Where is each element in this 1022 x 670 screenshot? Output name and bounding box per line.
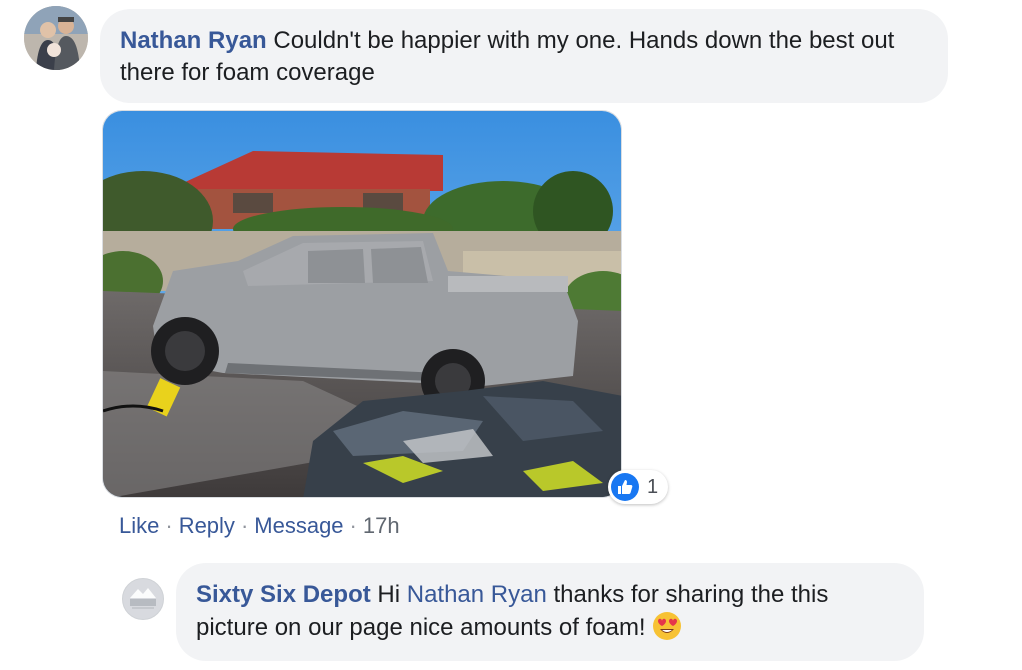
like-link[interactable]: Like: [119, 513, 159, 538]
reaction-summary[interactable]: 1: [608, 470, 668, 504]
commenter-avatar[interactable]: [24, 6, 88, 70]
reply-link[interactable]: Reply: [179, 513, 235, 538]
comment-bubble: Nathan Ryan Couldn't be happier with my …: [100, 9, 948, 103]
separator: ·: [165, 513, 173, 538]
comment-actions: Like · Reply · Message · 17h: [119, 511, 400, 541]
page-avatar[interactable]: [122, 578, 164, 620]
comment-author-link[interactable]: Nathan Ryan: [120, 27, 267, 54]
reply-mention-link[interactable]: Nathan Ryan: [407, 581, 547, 608]
comment-timestamp[interactable]: 17h: [363, 513, 400, 538]
reaction-count: 1: [647, 475, 659, 498]
like-reaction-icon: [611, 473, 639, 501]
reply-author-link[interactable]: Sixty Six Depot: [196, 581, 371, 608]
reply-bubble: Sixty Six Depot Hi Nathan Ryan thanks fo…: [176, 563, 924, 661]
comment-photo[interactable]: [102, 110, 622, 498]
separator: ·: [349, 513, 357, 538]
message-link[interactable]: Message: [254, 513, 343, 538]
reply-greeting: Hi: [377, 581, 401, 608]
page-logo-icon: [125, 581, 161, 617]
heart-eyes-emoji-icon: [652, 611, 682, 650]
separator: ·: [240, 513, 249, 538]
